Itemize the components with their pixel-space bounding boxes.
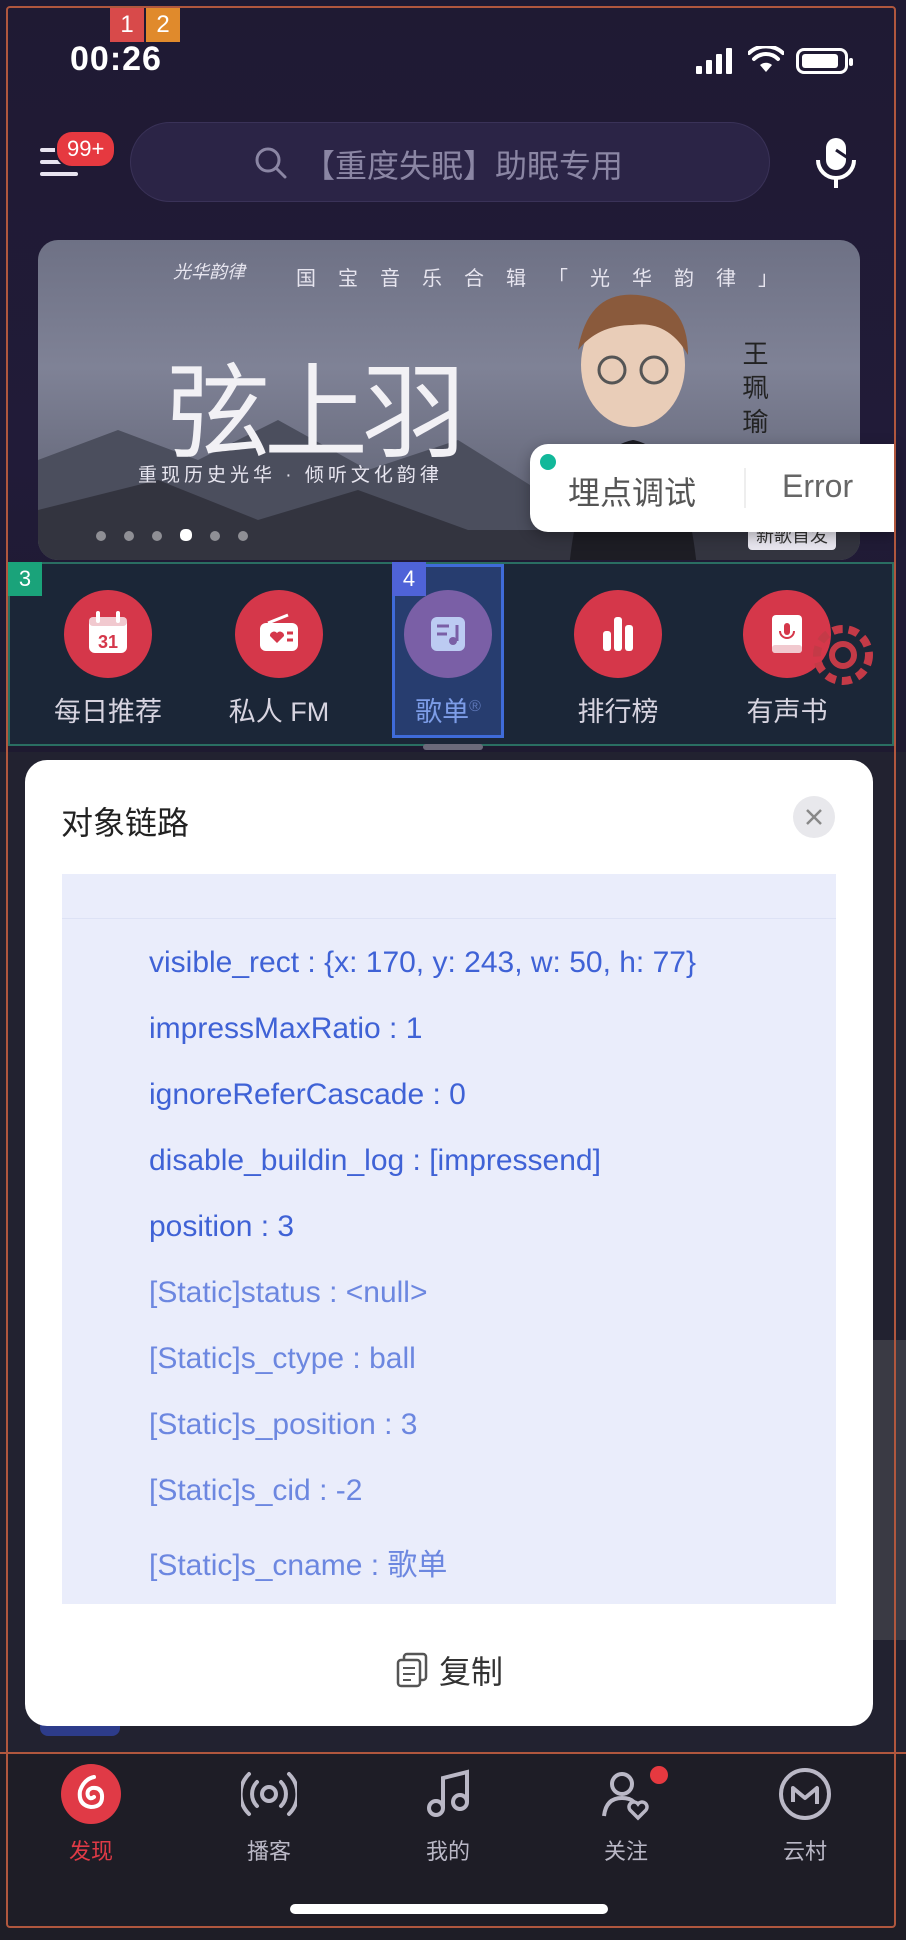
tab-label: 关注 (603, 1839, 648, 1864)
banner-title: 弦上羽 (166, 352, 466, 474)
object-chain-dialog: 对象链路 visible_rect : {x: 170, y: 243, w: … (25, 760, 873, 1726)
copy-icon (396, 1652, 428, 1688)
artist-name: 王珮瑜 (739, 340, 769, 442)
radio-icon (235, 590, 323, 678)
cloud-village-icon (745, 1762, 865, 1826)
banner-subtitle: 重现历史光华 · 倾听文化韵律 (138, 465, 443, 486)
gear-icon[interactable] (802, 614, 884, 696)
nav-item-charts[interactable]: 排行榜 (548, 590, 688, 729)
property-line: impressMaxRatio : 1 (149, 1012, 423, 1045)
nav-item-label: 每日推荐 (54, 697, 162, 727)
debug-tag: 4 (392, 562, 426, 596)
tab-podcast[interactable]: 播客 (209, 1762, 329, 1866)
property-line: position : 3 (149, 1210, 295, 1243)
error-status[interactable]: Error (782, 468, 853, 505)
nav-item-private-fm[interactable]: 私人 FM (209, 590, 349, 729)
signal-icon (696, 48, 732, 74)
home-indicator[interactable] (290, 1904, 608, 1914)
status-time: 00:26 (70, 40, 162, 78)
sheet-drag-handle[interactable] (423, 744, 483, 750)
podcast-icon (209, 1762, 329, 1826)
property-line: [Static]s_cname : 歌单 (149, 1549, 448, 1582)
tab-cloud-village[interactable]: 云村 (745, 1762, 865, 1866)
close-button[interactable] (793, 796, 835, 838)
copy-label: 复制 (438, 1654, 503, 1690)
tab-label: 我的 (425, 1839, 470, 1864)
nav-item-label: 排行榜 (577, 697, 659, 727)
status-bar: 00:26 1 2 (0, 0, 906, 110)
nav-item-daily-recommend[interactable]: 31 每日推荐 (38, 590, 178, 729)
status-dot-icon (540, 454, 556, 470)
property-line: ignoreReferCascade : 0 (149, 1078, 466, 1111)
tab-discover[interactable]: 发现 (31, 1762, 151, 1866)
debug-tag: 3 (8, 562, 42, 596)
dialog-title: 对象链路 (61, 805, 190, 841)
wifi-icon (748, 46, 784, 72)
tab-label: 云村 (782, 1839, 827, 1864)
music-note-icon (388, 1762, 508, 1826)
tracking-debug-popup[interactable]: 埋点调试 Error (530, 444, 896, 532)
property-line: [Static]status : <null> (149, 1276, 428, 1309)
battery-icon (796, 48, 853, 74)
properties-panel[interactable]: visible_rect : {x: 170, y: 243, w: 50, h… (62, 874, 836, 1604)
tab-follow[interactable]: 关注 (566, 1762, 686, 1866)
calendar-icon: 31 (64, 590, 152, 678)
banner-pagination (96, 528, 266, 546)
debug-tag: 1 (110, 8, 144, 42)
search-placeholder: 【重度失眠】助眠专用 (303, 148, 624, 184)
property-line: disable_buildin_log : [impressend] (149, 1144, 601, 1177)
notification-dot (650, 1766, 668, 1784)
menu-badge: 99+ (55, 130, 117, 168)
property-line: [Static]s_cid : -2 (149, 1474, 363, 1507)
property-line: visible_rect : {x: 170, y: 243, w: 50, h… (149, 946, 696, 979)
tracking-debug-label[interactable]: 埋点调试 (568, 468, 696, 514)
property-line: [Static]s_ctype : ball (149, 1342, 416, 1375)
nav-item-label: 私人 FM (228, 697, 330, 727)
svg-text:31: 31 (98, 632, 118, 652)
close-icon (806, 809, 822, 825)
microphone-icon[interactable] (814, 136, 858, 190)
chart-icon (574, 590, 662, 678)
copy-button[interactable]: 复制 (25, 1640, 873, 1700)
tab-mine[interactable]: 我的 (388, 1762, 508, 1866)
tab-label: 播客 (246, 1839, 291, 1864)
search-icon (255, 147, 287, 179)
tab-label: 发现 (68, 1839, 113, 1864)
follow-icon (566, 1762, 686, 1826)
search-bar[interactable]: 【重度失眠】助眠专用 (130, 122, 770, 202)
discover-icon (31, 1762, 151, 1826)
debug-tag: 2 (146, 8, 180, 42)
banner-brand: 光华韵律 (173, 262, 245, 282)
property-line: [Static]s_position : 3 (149, 1408, 418, 1441)
